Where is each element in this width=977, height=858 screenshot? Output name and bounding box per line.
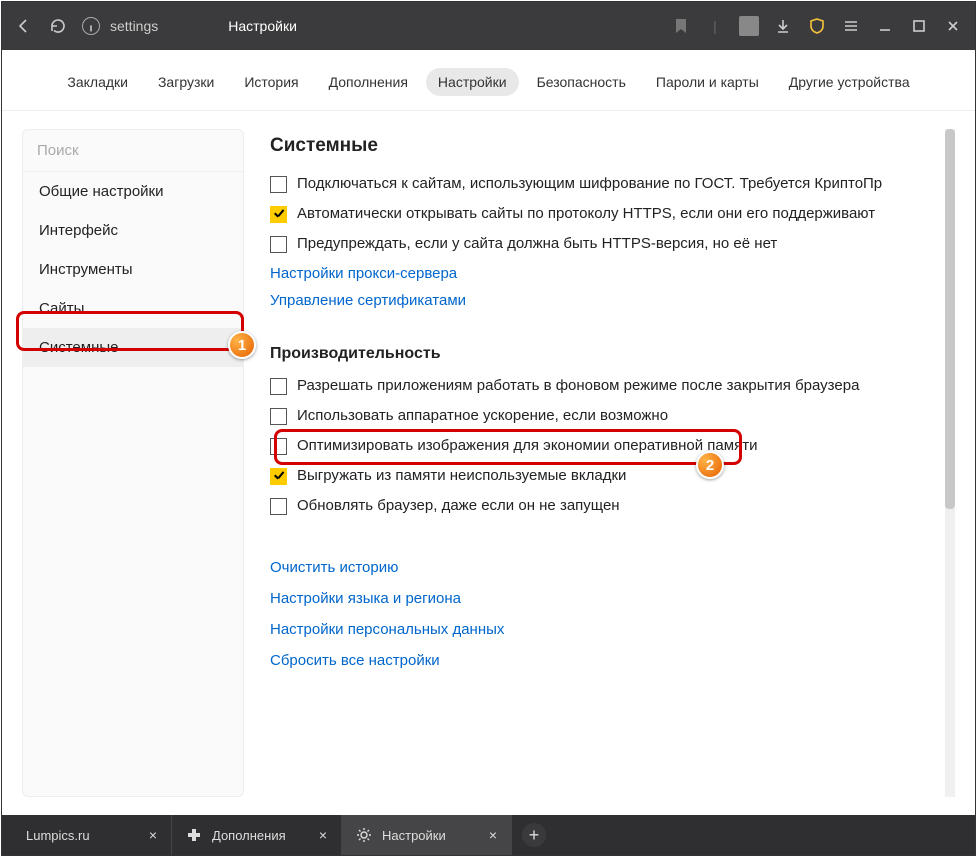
downloads-icon[interactable]	[773, 16, 793, 36]
system-option-checkbox-1[interactable]	[270, 206, 287, 223]
sidebar-item-2[interactable]: Инструменты	[23, 250, 243, 289]
perf-option-label-1: Использовать аппаратное ускорение, если …	[297, 407, 668, 424]
perf-option-row-2: Оптимизировать изображения для экономии …	[270, 437, 955, 455]
perf-option-checkbox-3[interactable]	[270, 468, 287, 485]
perf-option-checkbox-2[interactable]	[270, 438, 287, 455]
divider: |	[705, 16, 725, 36]
settings-tabs: ЗакладкиЗагрузкиИсторияДополненияНастрой…	[2, 50, 975, 111]
browser-tab-0[interactable]: Lumpics.ru ×	[2, 815, 172, 855]
content-area: Поиск Общие настройкиИнтерфейсИнструмент…	[2, 111, 975, 815]
browser-tab-2[interactable]: Настройки ×	[342, 815, 512, 855]
address-bar[interactable]: settings Настройки	[82, 17, 657, 35]
top-tab-5[interactable]: Безопасность	[525, 68, 638, 96]
minimize-button[interactable]	[875, 16, 895, 36]
section-title-system: Системные	[270, 135, 955, 157]
section-title-performance: Производительность	[270, 345, 955, 363]
perf-option-label-4: Обновлять браузер, даже если он не запущ…	[297, 497, 620, 514]
callout-badge-1: 1	[228, 331, 256, 359]
top-tab-7[interactable]: Другие устройства	[777, 68, 922, 96]
new-tab-button[interactable]: +	[522, 823, 546, 847]
proxy-link[interactable]: Настройки прокси-сервера	[270, 265, 955, 282]
scrollbar-track[interactable]	[945, 129, 955, 797]
menu-icon[interactable]	[841, 16, 861, 36]
perf-option-row-0: Разрешать приложениям работать в фоновом…	[270, 377, 955, 395]
tab-close-2[interactable]: ×	[489, 827, 497, 843]
reset-settings-link[interactable]: Сбросить все настройки	[270, 652, 955, 669]
personal-data-link[interactable]: Настройки персональных данных	[270, 621, 955, 638]
clear-history-link[interactable]: Очистить историю	[270, 559, 955, 576]
system-option-label-1: Автоматически открывать сайты по протоко…	[297, 205, 875, 222]
address-text: settings	[110, 18, 158, 34]
avatar-icon[interactable]	[739, 16, 759, 36]
tab-label-1: Дополнения	[212, 828, 286, 843]
system-option-label-0: Подключаться к сайтам, использующим шифр…	[297, 175, 882, 192]
perf-option-row-1: Использовать аппаратное ускорение, если …	[270, 407, 955, 425]
perf-option-checkbox-4[interactable]	[270, 498, 287, 515]
tab-label-2: Настройки	[382, 828, 446, 843]
perf-option-checkbox-1[interactable]	[270, 408, 287, 425]
system-option-row-2: Предупреждать, если у сайта должна быть …	[270, 235, 955, 253]
bookmark-icon[interactable]	[671, 16, 691, 36]
scrollbar-thumb[interactable]	[945, 129, 955, 509]
lang-region-link[interactable]: Настройки языка и региона	[270, 590, 955, 607]
titlebar: settings Настройки |	[2, 2, 975, 50]
sidebar-item-0[interactable]: Общие настройки	[23, 172, 243, 211]
perf-option-label-0: Разрешать приложениям работать в фоновом…	[297, 377, 859, 394]
search-input[interactable]: Поиск	[23, 130, 243, 172]
back-button[interactable]	[14, 16, 34, 36]
page-title: Настройки	[228, 18, 297, 34]
tab-close-1[interactable]: ×	[319, 827, 327, 843]
system-option-checkbox-2[interactable]	[270, 236, 287, 253]
tab-favicon-1	[186, 827, 202, 843]
system-option-label-2: Предупреждать, если у сайта должна быть …	[297, 235, 777, 252]
close-button[interactable]	[943, 16, 963, 36]
tab-label-0: Lumpics.ru	[26, 828, 90, 843]
protect-icon[interactable]	[807, 16, 827, 36]
browser-tab-1[interactable]: Дополнения ×	[172, 815, 342, 855]
yandex-icon	[82, 17, 100, 35]
tab-favicon-2	[356, 827, 372, 843]
system-option-row-1: Автоматически открывать сайты по протоко…	[270, 205, 955, 223]
sidebar-item-1[interactable]: Интерфейс	[23, 211, 243, 250]
top-tab-0[interactable]: Закладки	[55, 68, 140, 96]
system-option-row-0: Подключаться к сайтам, использующим шифр…	[270, 175, 955, 193]
tab-close-0[interactable]: ×	[149, 827, 157, 843]
sidebar-item-4[interactable]: Системные	[23, 328, 243, 367]
top-tab-6[interactable]: Пароли и карты	[644, 68, 771, 96]
perf-option-checkbox-0[interactable]	[270, 378, 287, 395]
browser-tabs: Lumpics.ru × Дополнения × Настройки × +	[2, 815, 975, 855]
top-tab-4[interactable]: Настройки	[426, 68, 519, 96]
top-tab-3[interactable]: Дополнения	[317, 68, 420, 96]
callout-badge-2: 2	[696, 451, 724, 479]
perf-option-label-2: Оптимизировать изображения для экономии …	[297, 437, 757, 454]
top-tab-2[interactable]: История	[232, 68, 310, 96]
maximize-button[interactable]	[909, 16, 929, 36]
settings-sidebar: Поиск Общие настройкиИнтерфейсИнструмент…	[22, 129, 244, 797]
sidebar-item-3[interactable]: Сайты	[23, 289, 243, 328]
reload-button[interactable]	[48, 16, 68, 36]
top-tab-1[interactable]: Загрузки	[146, 68, 226, 96]
cert-link[interactable]: Управление сертификатами	[270, 292, 955, 309]
perf-option-row-3: Выгружать из памяти неиспользуемые вклад…	[270, 467, 955, 485]
main-panel: Системные Подключаться к сайтам, использ…	[262, 129, 955, 797]
perf-option-row-4: Обновлять браузер, даже если он не запущ…	[270, 497, 955, 515]
perf-option-label-3: Выгружать из памяти неиспользуемые вклад…	[297, 467, 626, 484]
system-option-checkbox-0[interactable]	[270, 176, 287, 193]
